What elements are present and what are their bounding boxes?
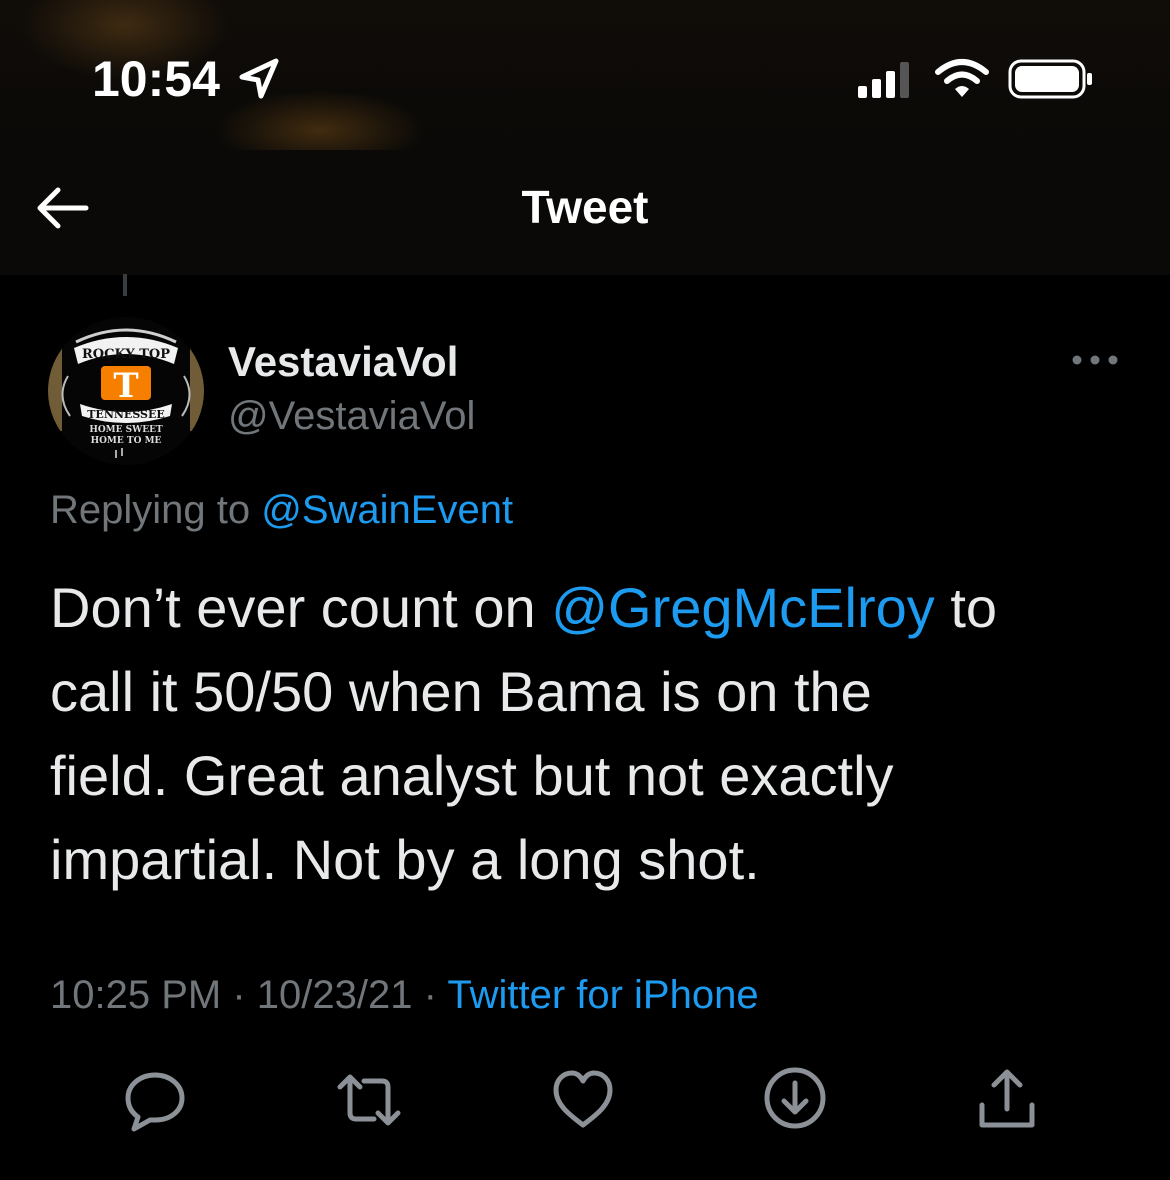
replying-to-label: Replying to (50, 488, 251, 532)
tweet-text-segment: Don’t ever count on (50, 576, 552, 639)
replying-to-handle[interactable]: @SwainEvent (261, 488, 513, 532)
cellular-signal-icon (858, 62, 909, 98)
tweet-text: Don’t ever count on @GregMcElroy to call… (50, 566, 1140, 902)
status-time: 10:54 (92, 51, 220, 107)
more-options-icon[interactable] (1070, 350, 1120, 370)
avatar-text: HOME SWEET (89, 425, 163, 435)
tweet-text-line: impartial. Not by a long shot. (50, 828, 760, 891)
avatar-text: ROCKY TOP (82, 347, 170, 362)
tweet-meta: 10:25 PM · 10/23/21 · Twitter for iPhone (50, 973, 759, 1018)
location-arrow-icon (239, 58, 279, 99)
tweet-source-link[interactable]: Twitter for iPhone (447, 973, 758, 1017)
avatar-text: HOME TO ME (91, 436, 162, 446)
battery-icon (1008, 59, 1092, 99)
download-icon[interactable] (760, 1065, 830, 1135)
avatar[interactable]: ROCKY TOP T TENNESSEE HOME SWEET HOME TO… (46, 316, 206, 466)
reply-icon[interactable] (120, 1065, 190, 1135)
share-icon[interactable] (972, 1065, 1042, 1135)
wifi-icon (935, 59, 989, 97)
tweet-text-line: field. Great analyst but not exactly (50, 744, 894, 807)
meta-separator: · (232, 973, 246, 1017)
page-title: Tweet (521, 181, 649, 233)
tweet-mention[interactable]: @GregMcElroy (551, 576, 935, 639)
avatar-text: TENNESSEE (87, 408, 164, 421)
tweet-time: 10:25 PM (50, 973, 222, 1017)
author-handle[interactable]: @VestaviaVol (228, 394, 475, 439)
author-display-name[interactable]: VestaviaVol (228, 338, 458, 386)
tweet-actions (0, 1065, 1170, 1145)
thread-connector (123, 274, 127, 296)
meta-separator: · (423, 973, 437, 1017)
like-icon[interactable] (548, 1065, 618, 1135)
avatar-letter: T (113, 366, 138, 406)
tweet-text-line: Don’t ever count on @GregMcElroy to (50, 566, 1140, 650)
replying-to: Replying to @SwainEvent (50, 488, 513, 533)
tweet-text-segment: to (934, 576, 998, 639)
tweet-text-line: call it 50/50 when Bama is on the (50, 660, 872, 723)
retweet-icon[interactable] (334, 1065, 404, 1135)
tweet-date: 10/23/21 (256, 973, 413, 1017)
